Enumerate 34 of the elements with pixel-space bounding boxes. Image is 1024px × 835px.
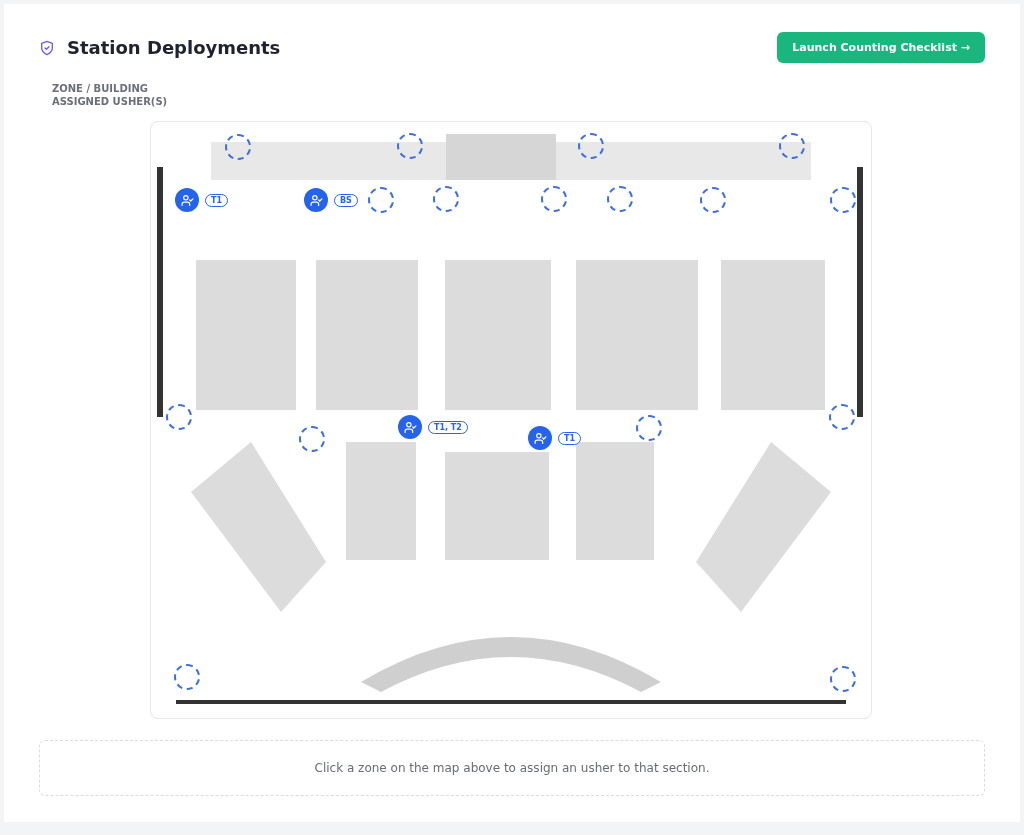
- usher-avatar[interactable]: [528, 426, 552, 450]
- zone-marker[interactable]: [700, 187, 726, 213]
- usher-tag: T1: [558, 431, 582, 445]
- zone-marker[interactable]: [397, 133, 423, 159]
- user-check-icon: [309, 193, 323, 207]
- zone-marker[interactable]: [541, 186, 567, 212]
- zone-marker[interactable]: [779, 133, 805, 159]
- legend-label: ASSIGNED USHER(S): [52, 96, 169, 107]
- user-check-icon: [180, 193, 194, 207]
- zone-marker[interactable]: [830, 666, 856, 692]
- zone-marker[interactable]: [299, 426, 325, 452]
- zone-marker[interactable]: [607, 186, 633, 212]
- usher-avatar[interactable]: [398, 415, 422, 439]
- page-title: Station Deployments: [67, 37, 281, 58]
- zone-marker[interactable]: [578, 133, 604, 159]
- zone-marker[interactable]: [830, 187, 856, 213]
- shield-check-icon: [39, 38, 55, 57]
- hint-text: Click a zone on the map above to assign an usher to that section.: [314, 761, 710, 775]
- user-check-icon: [403, 420, 417, 434]
- zone-marker[interactable]: [636, 415, 662, 441]
- zone-marker[interactable]: [368, 187, 394, 213]
- zone-marker[interactable]: [433, 186, 459, 212]
- legend-label: ZONE / BUILDING: [52, 83, 149, 94]
- usher-tag: T1: [205, 193, 229, 207]
- usher-avatar[interactable]: [175, 188, 199, 212]
- zone-marker[interactable]: [829, 404, 855, 430]
- zone-marker[interactable]: [225, 134, 251, 160]
- usher-avatar[interactable]: [304, 188, 328, 212]
- zone-marker[interactable]: [174, 664, 200, 690]
- launch-checklist-button[interactable]: Launch Counting Checklist →: [777, 32, 985, 63]
- zone-marker[interactable]: [166, 404, 192, 430]
- user-check-icon: [533, 431, 547, 445]
- usher-tag: T1, T2: [428, 420, 468, 434]
- usher-tag: BS: [334, 193, 358, 207]
